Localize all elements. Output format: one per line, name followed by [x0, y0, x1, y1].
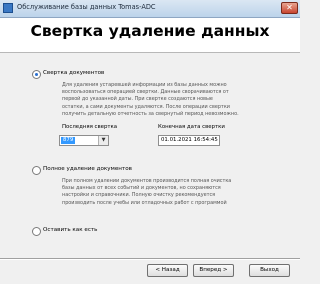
- leave-as-is-label[interactable]: Оставить как есть: [43, 227, 97, 233]
- end-date-field[interactable]: 01.01.2021 16:54:45: [158, 135, 220, 146]
- close-button[interactable]: ✕: [281, 2, 298, 14]
- title-bar: Обслуживание базы данных Tomas-ADC ✕: [0, 0, 300, 18]
- full-delete-description: При полном удалении документов производи…: [62, 178, 231, 207]
- collapse-documents-radio[interactable]: [32, 70, 41, 79]
- last-collapse-value: 879: [61, 137, 76, 144]
- full-delete-label[interactable]: Полное удаление документов: [43, 166, 132, 172]
- footer-separator: [0, 258, 300, 260]
- full-delete-description-line: настройки и справочники. Полную очистку …: [62, 192, 216, 199]
- full-delete-description-line: производить после учебы или отладочных р…: [62, 199, 227, 206]
- exit-button[interactable]: Выход: [249, 264, 290, 277]
- end-date-label: Конечная дата свертки: [158, 124, 225, 130]
- window-title: Обслуживание базы данных Tomas-ADC: [17, 3, 156, 11]
- collapse-description-line: получить детальную отчетность за свернут…: [62, 110, 239, 117]
- database-app-icon: [3, 3, 13, 13]
- leave-as-is-radio[interactable]: [32, 227, 41, 236]
- page-title: Свертка удаление данных: [30, 22, 270, 40]
- last-collapse-select[interactable]: 879 ▼: [59, 135, 109, 146]
- full-delete-radio[interactable]: [32, 166, 41, 175]
- collapse-documents-label[interactable]: Свертка документов: [43, 70, 104, 76]
- next-button[interactable]: Вперед >: [193, 264, 234, 277]
- header-panel: Свертка удаление данных: [0, 18, 300, 53]
- chevron-down-icon[interactable]: ▼: [98, 136, 108, 145]
- collapse-description-line: остатки, а сами документы удаляются. Пос…: [62, 103, 230, 110]
- last-collapse-label: Последняя свертка: [62, 124, 118, 130]
- collapse-description: Для удаления устаревшей информации из ба…: [62, 82, 239, 118]
- back-button[interactable]: < Назад: [147, 264, 188, 277]
- collapse-description-line: первой до указанной даты. При свертке со…: [62, 96, 213, 103]
